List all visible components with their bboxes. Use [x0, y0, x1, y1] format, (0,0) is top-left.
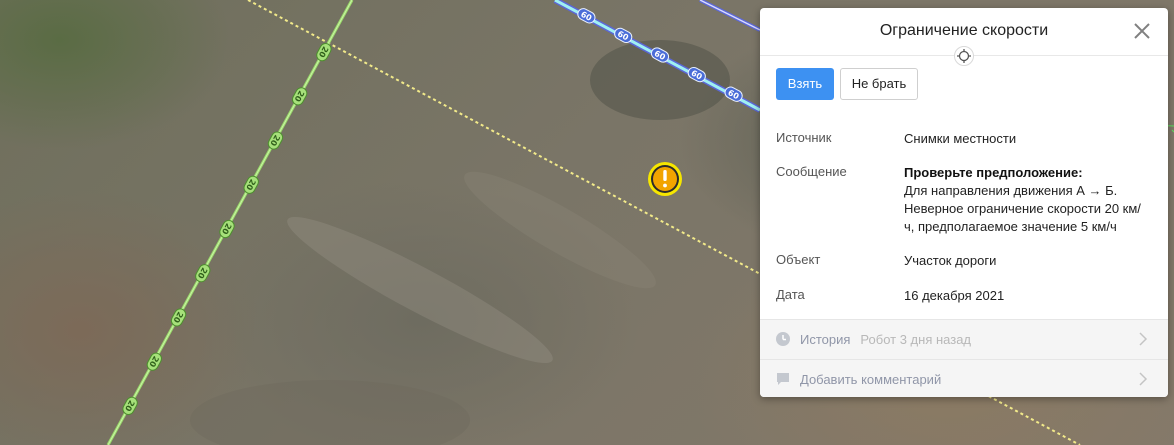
message-line: ч, предполагаемое значение 5 км/ч [904, 219, 1117, 234]
source-link[interactable]: Снимки местности [904, 130, 1152, 148]
panel-title: Ограничение скорости [879, 22, 1049, 39]
date-label: Дата [776, 287, 805, 302]
warning-marker[interactable] [648, 162, 682, 196]
skip-button[interactable]: Не брать [840, 68, 918, 100]
history-subtitle: Робот 3 дня назад [860, 332, 972, 347]
message-line: Неверное ограничение скорости 20 км/ [904, 201, 1141, 216]
object-link[interactable]: Участок дороги [904, 252, 1152, 270]
add-comment-label: Добавить комментарий [800, 372, 942, 387]
speed-sign-badge: 20 [146, 352, 163, 371]
info-panel: Ограничение скорости Взять Не брать Источ… [760, 8, 1168, 397]
speed-sign-badge: 20 [267, 131, 284, 150]
chevron-right-icon [1139, 332, 1148, 346]
speed-sign-badge: 20 [243, 175, 259, 194]
comment-icon [777, 373, 789, 385]
history-row[interactable]: История Робот 3 дня назад [760, 319, 1168, 359]
locate-target-icon[interactable] [954, 46, 974, 66]
message-line: Для направления движения А → Б. [904, 183, 1118, 198]
speed-sign-badge: 20 [170, 308, 187, 327]
add-comment-row[interactable]: Добавить комментарий [760, 359, 1168, 397]
message-label: Сообщение [776, 164, 847, 179]
speed-sign-badge: 20 [195, 264, 211, 283]
message-text: Проверьте предположение: Для направления… [904, 164, 1152, 236]
clock-icon [776, 332, 790, 346]
take-button[interactable]: Взять [776, 68, 834, 100]
date-value: 16 декабря 2021 [904, 288, 1005, 303]
speed-sign-badge: 20 [219, 219, 235, 239]
close-icon[interactable] [1132, 21, 1152, 41]
object-label: Объект [776, 252, 821, 267]
history-label: История [800, 332, 851, 347]
speed-sign-badge: 20 [316, 43, 332, 62]
speed-sign-badge: 20 [291, 87, 308, 106]
chevron-right-icon [1139, 372, 1148, 386]
source-label: Источник [776, 130, 832, 145]
exclamation-icon [663, 170, 667, 181]
message-heading: Проверьте предположение: [904, 165, 1083, 180]
action-buttons: Взять Не брать [776, 68, 918, 100]
